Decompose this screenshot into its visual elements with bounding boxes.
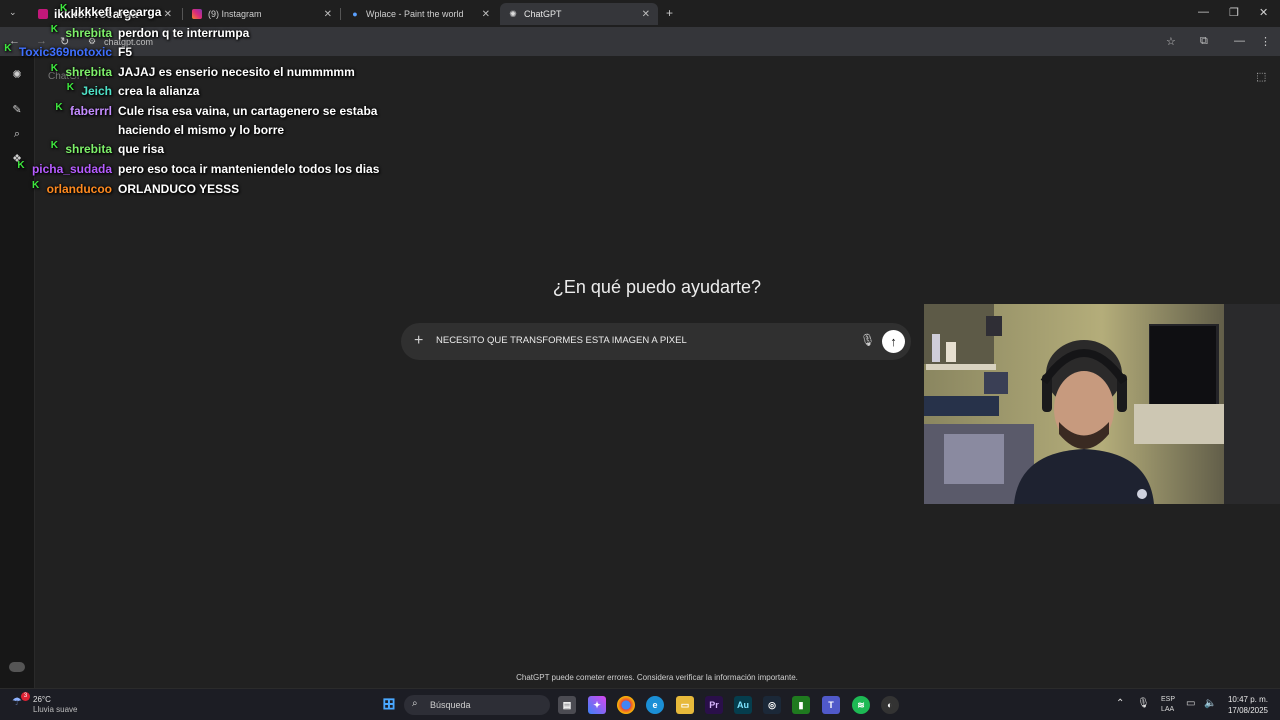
chat-username: shrebita	[65, 26, 112, 40]
kick-badge-icon: K	[50, 24, 58, 35]
send-button[interactable]: ↑	[882, 330, 905, 353]
kick-badge-icon: K	[55, 102, 63, 113]
chat-message: Jeich Kcrea la alianza	[0, 82, 400, 101]
chat-message: picha_sudada Kpero eso toca ir manteniend…	[0, 160, 400, 179]
teams-icon[interactable]: T	[822, 696, 840, 714]
minecraft-icon[interactable]: ▮	[792, 696, 810, 714]
extensions-icon[interactable]: ⧉	[1200, 35, 1208, 48]
profile-icon[interactable]	[9, 662, 25, 672]
minimize-button[interactable]: —	[1198, 6, 1209, 18]
chat-message-text: que risa	[118, 142, 165, 156]
volume-icon[interactable]: 🔈	[1204, 698, 1216, 709]
chat-message: orlanducoo K ORLANDUCO YESSS	[0, 180, 400, 199]
language-code[interactable]: ESP	[1161, 696, 1175, 703]
clock-date: 17/08/2025	[1227, 706, 1269, 715]
chat-message-text: ORLANDUCO YESSS	[118, 182, 240, 196]
windows-taskbar: ☂ 3 26°C Lluvia suave ⊞ ⌕ Búsqueda ▤ ✦ e…	[0, 688, 1280, 720]
chrome-icon[interactable]	[617, 696, 635, 714]
kick-badge-icon: K	[60, 3, 68, 14]
chat-message-text: Cule risa esa vaina, un cartagenero se e…	[118, 104, 378, 118]
kick-badge-icon: K	[32, 180, 40, 191]
chat-message-text: perdon q te interrumpa	[118, 26, 250, 40]
page-title: ¿En qué puedo ayudarte?	[552, 277, 762, 297]
webcam-image	[924, 304, 1280, 504]
chat-message: shrebita Kperdon q te interrumpa	[0, 24, 400, 43]
chat-username: Jeich	[81, 84, 112, 98]
kick-badge-icon: K	[66, 82, 74, 93]
chat-message-text: pero eso toca ir manteniendelo todos los…	[118, 162, 380, 176]
chat-username: ikkkefl	[74, 5, 112, 19]
bookmark-star-icon[interactable]: ☆	[1166, 35, 1176, 48]
notification-badge: 3	[21, 692, 30, 701]
chat-message-text: recarga	[118, 5, 162, 19]
chat-message: ikkkefl Krecarga	[0, 3, 400, 22]
chat-username: faberrrl	[69, 104, 112, 118]
chat-message-text: crea la alianza	[118, 84, 200, 98]
microphone-icon[interactable]: 🎙	[860, 333, 875, 347]
chat-message: shrebita K JAJAJ es enserio necesito el nu…	[0, 63, 400, 82]
premiere-icon[interactable]: Pr	[705, 696, 723, 714]
task-view-icon[interactable]: ▤	[558, 696, 576, 714]
webcam-feed	[924, 304, 1280, 504]
chat-username: orlanducoo	[46, 182, 112, 196]
temporary-chat-icon[interactable]: ⬚	[1256, 70, 1266, 83]
chat-username: shrebita	[65, 65, 112, 79]
tab-label: ChatGPT	[524, 9, 562, 19]
chatgpt-logo-icon: ✺	[509, 9, 517, 19]
tab-close-icon[interactable]: ✕	[482, 9, 490, 20]
prompt-composer: + NECESITO QUE TRANSFORMES ESTA IMAGEN A…	[401, 323, 911, 360]
taskbar-search[interactable]: ⌕ Búsqueda	[404, 695, 550, 715]
network-icon[interactable]: ▭	[1186, 698, 1195, 709]
kick-badge-icon: K	[50, 140, 58, 151]
app-icon[interactable]: ◐	[881, 696, 899, 714]
new-tab-button[interactable]: +	[666, 6, 673, 20]
close-window-button[interactable]: ✕	[1259, 6, 1268, 19]
clock-time: 10:47 p. m.	[1227, 695, 1269, 704]
edge-icon[interactable]: e	[646, 696, 664, 714]
keyboard-layout[interactable]: LAA	[1161, 706, 1174, 713]
audition-icon[interactable]: Au	[734, 696, 752, 714]
menu-icon[interactable]: —	[1234, 35, 1245, 47]
chat-message-text: F5	[118, 45, 133, 59]
steam-icon[interactable]: ◎	[763, 696, 781, 714]
chat-message-text: haciendo el mismo y lo borre	[118, 123, 285, 137]
kick-badge-icon: K	[50, 63, 58, 74]
chat-username: shrebita	[65, 142, 112, 156]
weather-description[interactable]: Lluvia suave	[33, 705, 77, 714]
microphone-tray-icon[interactable]: 🎙	[1137, 698, 1150, 709]
chat-message: shrebita Kque risa	[0, 140, 400, 159]
spotify-icon[interactable]: ≋	[852, 696, 870, 714]
prompt-input[interactable]: NECESITO QUE TRANSFORMES ESTA IMAGEN A P…	[436, 335, 687, 346]
chat-username: Toxic369notoxic	[18, 45, 112, 59]
chat-message-text: JAJAJ es enserio necesito el nummmmm	[118, 65, 355, 79]
taskbar-clock[interactable]: 10:47 p. m. 17/08/2025	[1222, 694, 1274, 716]
screen: ⌄ ikkkefl recarga ✕ (9) Instagram ✕ ● Wp…	[0, 0, 1280, 720]
tab-chatgpt[interactable]: ✺ ChatGPT ✕	[500, 3, 658, 25]
kick-badge-icon: K	[4, 43, 12, 54]
weather-temperature[interactable]: 26°C	[33, 695, 51, 704]
chat-username: picha_sudada	[31, 162, 112, 176]
windows-start-icon[interactable]: ⊞	[380, 696, 398, 714]
tab-close-icon[interactable]: ✕	[642, 9, 650, 20]
chat-message: faberrrl K Cule risa esa vaina, un cartage…	[0, 102, 400, 140]
copilot-icon[interactable]: ✦	[588, 696, 606, 714]
attach-plus-icon[interactable]: +	[414, 331, 423, 351]
tray-expand-icon[interactable]: ⌃	[1116, 698, 1124, 709]
chat-message: Toxic369notoxic K F5	[0, 43, 400, 62]
disclaimer-text: ChatGPT puede cometer errores. Considera…	[516, 673, 798, 682]
kick-badge-icon: K	[17, 160, 25, 171]
search-icon: ⌕	[412, 698, 418, 709]
restore-button[interactable]: ❐	[1229, 6, 1239, 19]
more-icon[interactable]: ⋮	[1260, 35, 1271, 48]
file-explorer-icon[interactable]: ▭	[676, 696, 694, 714]
search-placeholder: Búsqueda	[430, 700, 471, 710]
